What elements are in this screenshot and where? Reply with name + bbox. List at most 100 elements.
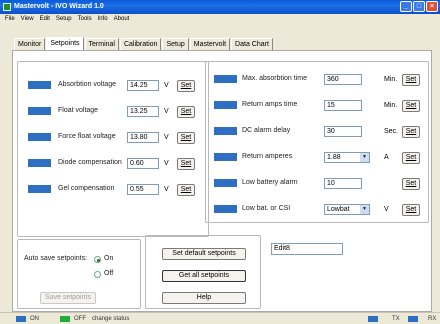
status-led	[214, 179, 237, 187]
setpoint-row: DC alarm delay 30 Sec. Set	[214, 126, 426, 138]
set-default-setpoints-button[interactable]: Set default setpoints	[162, 248, 246, 260]
setpoint-label: Absorbtion voltage	[58, 81, 116, 88]
unit-label: V	[164, 108, 169, 115]
set-button[interactable]: Set	[402, 74, 420, 86]
title-bar[interactable]: Mastervolt - IVO Wizard 1.0 _ □ ×	[0, 0, 440, 14]
status-led	[214, 101, 237, 109]
tab-monitor[interactable]: Monitor	[14, 38, 46, 50]
tab-setup[interactable]: Setup	[162, 38, 189, 50]
unit-label: V	[164, 82, 169, 89]
tab-terminal[interactable]: Terminal	[84, 38, 119, 50]
set-button[interactable]: Set	[402, 126, 420, 138]
tab-calibration[interactable]: Calibration	[119, 38, 162, 50]
save-setpoints-button[interactable]: Save setpoints	[40, 292, 96, 304]
menu-setup[interactable]: Setup	[53, 14, 75, 24]
force-float-voltage-input[interactable]: 13.80	[127, 132, 159, 143]
get-all-setpoints-button[interactable]: Get all setpoints	[162, 270, 246, 282]
chevron-down-icon[interactable]: ▼	[360, 205, 369, 214]
unit-label: Min.	[384, 102, 398, 109]
edit8-input[interactable]: Edit8	[271, 243, 343, 255]
maximize-button[interactable]: □	[413, 1, 425, 12]
chevron-down-icon[interactable]: ▼	[360, 153, 369, 162]
tab-mastervolt[interactable]: Mastervolt	[189, 38, 231, 50]
on-indicator-label: ON	[30, 316, 39, 322]
setpoint-row: Diode compensation 0.60 V Set	[28, 158, 204, 170]
auto-save-off-radio[interactable]	[94, 271, 101, 278]
setpoint-label: Low battery alarm	[242, 179, 298, 186]
setpoint-label: Force float voltage	[58, 133, 116, 140]
return-amperes-select[interactable]: 1.88 ▼	[324, 152, 370, 163]
set-button[interactable]: Set	[402, 100, 420, 112]
setpoints-page: Absorbtion voltage 14.25 V Set Float vol…	[12, 50, 432, 312]
actions-group: Set default setpoints Get all setpoints …	[145, 235, 261, 309]
auto-save-label: Auto save setpoints:	[24, 255, 88, 262]
menu-edit[interactable]: Edit	[37, 14, 53, 24]
set-button[interactable]: Set	[177, 158, 195, 170]
setpoint-row: Low bat. or CSI Lowbat ▼ V Set	[214, 204, 426, 216]
menu-file[interactable]: File	[2, 14, 18, 24]
unit-label: V	[164, 160, 169, 167]
close-button[interactable]: ×	[426, 1, 438, 12]
status-led	[28, 159, 51, 167]
menu-tools[interactable]: Tools	[75, 14, 95, 24]
voltage-setpoints-group: Absorbtion voltage 14.25 V Set Float vol…	[17, 61, 209, 237]
unit-label: Sec.	[384, 128, 399, 135]
setpoint-row: Force float voltage 13.80 V Set	[28, 132, 204, 144]
off-indicator-label: OFF	[74, 316, 86, 322]
set-button[interactable]: Set	[177, 106, 195, 118]
dc-alarm-delay-input[interactable]: 30	[324, 126, 362, 137]
tx-indicator-led	[368, 316, 378, 322]
unit-label: Min.	[384, 76, 398, 83]
unit-label: V	[164, 134, 169, 141]
set-button[interactable]: Set	[177, 80, 195, 92]
set-button[interactable]: Set	[402, 178, 420, 190]
set-button[interactable]: Set	[402, 204, 420, 216]
float-voltage-input[interactable]: 13.25	[127, 106, 159, 117]
return-amps-time-input[interactable]: 15	[324, 100, 362, 111]
max-absorbtion-time-input[interactable]: 360	[324, 74, 362, 85]
status-bar: ON OFF change status TX RX	[0, 312, 440, 324]
tab-data-chart[interactable]: Data Chart	[231, 38, 273, 50]
app-icon	[3, 3, 11, 11]
setpoint-label: Float voltage	[58, 107, 99, 114]
low-bat-csi-select[interactable]: Lowbat ▼	[324, 204, 370, 215]
rx-indicator-label: RX	[428, 316, 437, 322]
change-status-link[interactable]: change status	[92, 314, 129, 324]
menu-info[interactable]: Info	[95, 14, 111, 24]
status-led	[214, 127, 237, 135]
auto-save-on-label: On	[104, 255, 114, 262]
tx-indicator-label: TX	[392, 316, 400, 322]
set-button[interactable]: Set	[402, 152, 420, 164]
setpoint-label: Low bat. or CSI	[242, 205, 291, 212]
status-led	[28, 185, 51, 193]
off-indicator-led	[60, 316, 70, 322]
timing-setpoints-group: Max. absorbtion time 360 Min. Set Return…	[205, 61, 429, 223]
low-battery-alarm-input[interactable]: 10	[324, 178, 362, 189]
setpoint-row: Low battery alarm 10 Set	[214, 178, 426, 190]
auto-save-group: Auto save setpoints: On Off Save setpoin…	[17, 239, 141, 309]
set-button[interactable]: Set	[177, 132, 195, 144]
app-window: Mastervolt - IVO Wizard 1.0 _ □ × File V…	[0, 0, 440, 324]
minimize-button[interactable]: _	[400, 1, 412, 12]
absorbtion-voltage-input[interactable]: 14.25	[127, 80, 159, 91]
help-button[interactable]: Help	[162, 292, 246, 304]
setpoint-label: DC alarm delay	[242, 127, 291, 134]
auto-save-on-radio[interactable]	[94, 256, 101, 263]
status-led	[28, 133, 51, 141]
tab-setpoints[interactable]: Setpoints	[46, 37, 84, 50]
gel-compensation-input[interactable]: 0.55	[127, 184, 159, 195]
rx-indicator-led	[408, 316, 418, 322]
window-title: Mastervolt - IVO Wizard 1.0	[14, 3, 104, 10]
status-led	[214, 75, 237, 83]
setpoint-row: Absorbtion voltage 14.25 V Set	[28, 80, 204, 92]
menu-view[interactable]: View	[18, 14, 37, 24]
diode-compensation-input[interactable]: 0.60	[127, 158, 159, 169]
unit-label: V	[384, 206, 389, 213]
menu-about[interactable]: About	[111, 14, 133, 24]
setpoint-label: Return amperes	[242, 153, 293, 160]
setpoint-label: Return amps time	[242, 101, 298, 108]
setpoint-label: Diode compensation	[58, 159, 122, 166]
status-led	[214, 205, 237, 213]
setpoint-row: Max. absorbtion time 360 Min. Set	[214, 74, 426, 86]
set-button[interactable]: Set	[177, 184, 195, 196]
